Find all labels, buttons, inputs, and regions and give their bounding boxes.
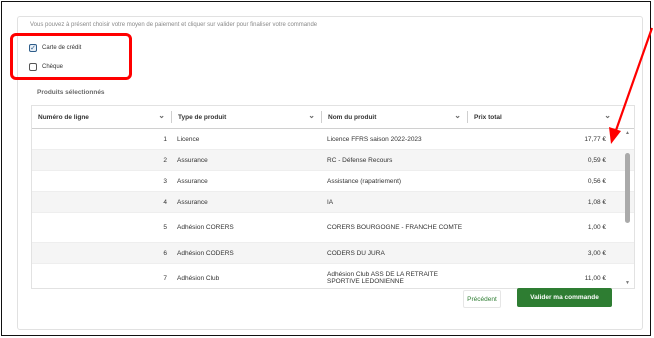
column-header-line[interactable]: Numéro de ligne ⌄ <box>32 106 172 128</box>
cell-type: Assurance <box>177 156 208 164</box>
cell-price: 0,56 € <box>587 177 606 185</box>
cell-type: Assurance <box>177 177 208 185</box>
cell-line: 7 <box>163 274 167 282</box>
column-header-type[interactable]: Type de produit ⌄ <box>172 106 322 128</box>
table-scrollbar[interactable]: ▲ ▼ <box>625 130 631 286</box>
cell-line: 4 <box>163 198 167 206</box>
cell-type: Adhésion CORERS <box>177 224 234 231</box>
chevron-down-icon[interactable]: ⌄ <box>308 111 315 120</box>
scrollbar-thumb[interactable] <box>625 153 630 223</box>
cell-name: Licence FFRS saison 2022-2023 <box>327 135 422 143</box>
cell-line: 6 <box>163 249 167 257</box>
cell-price: 11,00 € <box>584 274 606 282</box>
chevron-down-icon[interactable]: ⌄ <box>604 111 611 120</box>
table-row[interactable]: 5 Adhésion CORERS CORERS BOURGOGNE - FRA… <box>32 213 634 243</box>
cell-price: 17,77 € <box>584 135 606 143</box>
column-header-label: Nom du produit <box>328 113 377 121</box>
cell-price: 0,59 € <box>587 156 606 164</box>
column-header-label: Numéro de ligne <box>38 113 89 121</box>
cell-name: Adhésion Club ASS DE LA RETRAITE SPORTIV… <box>327 271 438 285</box>
cell-name: CODERS DU JURA <box>327 249 385 257</box>
cell-line: 2 <box>163 156 167 164</box>
cell-type: Licence <box>177 135 200 143</box>
cell-name: IA <box>327 198 334 206</box>
payment-instruction: Vous pouvez à présent choisir votre moye… <box>30 22 318 28</box>
cell-name: CORERS BOURGOGNE - FRANCHE COMTE <box>327 224 463 231</box>
products-table: Numéro de ligne ⌄ Type de produit ⌄ Nom … <box>31 105 635 289</box>
cell-price: 1,00 € <box>587 224 606 231</box>
table-row[interactable]: 4 Assurance IA 1,08 € <box>32 192 634 213</box>
cell-type: Adhésion CODERS <box>177 249 234 257</box>
table-header: Numéro de ligne ⌄ Type de produit ⌄ Nom … <box>32 106 634 129</box>
scroll-down-icon[interactable]: ▼ <box>625 280 630 286</box>
column-header-label: Type de produit <box>178 113 227 121</box>
cell-type: Assurance <box>177 198 208 206</box>
cell-line: 5 <box>163 224 167 231</box>
scroll-up-icon[interactable]: ▲ <box>625 130 630 136</box>
products-section-title: Produits sélectionnés <box>37 89 105 96</box>
previous-button[interactable]: Précédent <box>463 290 501 308</box>
cell-line: 3 <box>163 177 167 185</box>
table-row[interactable]: 6 Adhésion CODERS CODERS DU JURA 3,00 € <box>32 243 634 264</box>
cell-price: 3,00 € <box>587 249 606 257</box>
column-header-label: Prix total <box>474 113 502 121</box>
cell-price: 1,08 € <box>587 198 606 206</box>
validate-order-button[interactable]: Valider ma commande <box>517 288 612 307</box>
cell-type: Adhésion Club <box>177 274 220 282</box>
cell-name: Assistance (rapatriement) <box>327 177 402 185</box>
column-header-name[interactable]: Nom du produit ⌄ <box>322 106 468 128</box>
cell-name: RC - Défense Recours <box>327 156 393 164</box>
cell-line: 1 <box>163 135 167 143</box>
chevron-down-icon[interactable]: ⌄ <box>454 111 461 120</box>
table-row[interactable]: 1 Licence Licence FFRS saison 2022-2023 … <box>32 129 634 150</box>
table-row[interactable]: 2 Assurance RC - Défense Recours 0,59 € <box>32 150 634 171</box>
annotation-highlight-box <box>10 33 132 80</box>
table-row[interactable]: 7 Adhésion Club Adhésion Club ASS DE LA … <box>32 264 634 288</box>
chevron-down-icon[interactable]: ⌄ <box>158 111 165 120</box>
column-header-price[interactable]: Prix total ⌄ <box>468 106 618 128</box>
table-row[interactable]: 3 Assurance Assistance (rapatriement) 0,… <box>32 171 634 192</box>
